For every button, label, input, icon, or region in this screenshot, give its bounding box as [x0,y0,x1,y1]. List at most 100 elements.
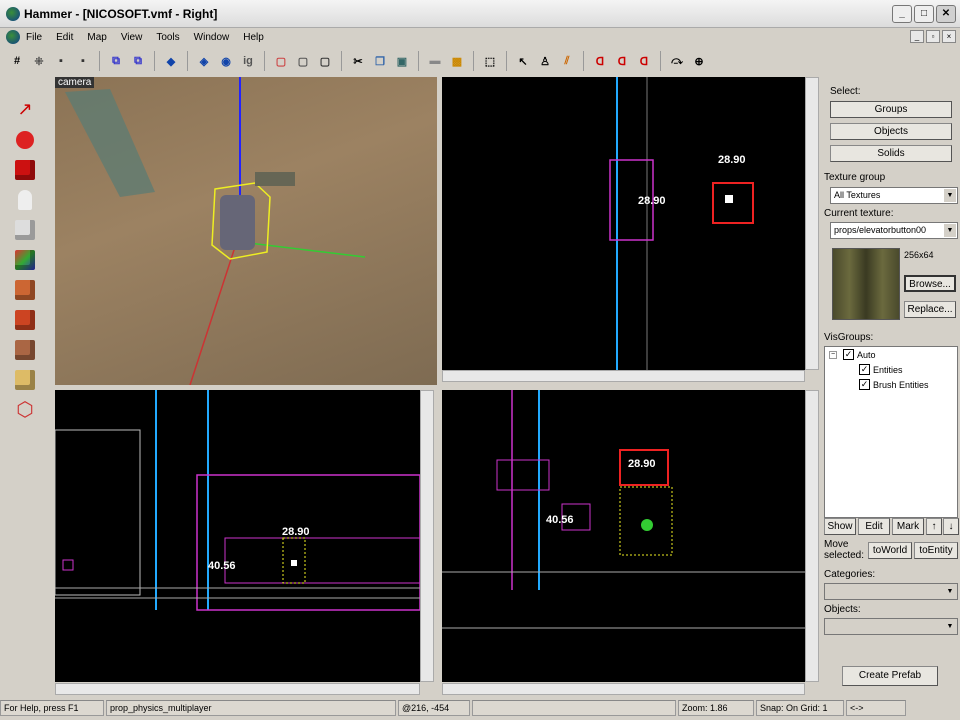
check-problems-icon[interactable]: ᗡ [635,52,653,70]
top-2d-view [609,77,754,370]
menu-file[interactable]: File [26,32,42,43]
visgroup-item[interactable]: ✓ Entities [859,364,903,375]
mdi-restore-button[interactable]: ▫ [926,30,940,43]
texture-tool-icon[interactable] [6,246,44,273]
side-viewport[interactable]: 28.90 40.56 [442,390,805,682]
mdi-minimize-button[interactable]: _ [910,30,924,43]
show-button[interactable]: Show [824,518,856,535]
ungroup-icon[interactable]: ◉ [217,52,235,70]
options-icon[interactable]: ⊕ [690,52,708,70]
side-viewport-vscroll[interactable] [805,390,819,682]
texture-group-select[interactable]: All Textures ▼ [830,187,958,204]
compile-icon[interactable]: ᗡ [591,52,609,70]
selection-bounds-icon[interactable]: ⬚ [481,52,499,70]
visgroup-item[interactable]: ✓ Auto [843,349,876,360]
camera-tool-icon[interactable] [6,156,44,183]
clip-icon[interactable]: ⫽ [558,52,576,70]
objects-select[interactable]: ▼ [824,618,958,635]
checkbox-checked-icon[interactable]: ✓ [843,349,854,360]
menu-tools[interactable]: Tools [156,32,179,43]
grid-smaller-icon[interactable]: ▪ [52,52,70,70]
categories-select[interactable]: ▼ [824,583,958,600]
top-viewport[interactable]: 28.90 28.90 [442,77,805,370]
block-tool-icon[interactable] [6,216,44,243]
texture-application-icon[interactable]: ▩ [448,52,466,70]
front-viewport[interactable]: 28.90 40.56 [55,390,420,682]
move-down-button[interactable]: ↓ [943,518,959,535]
browse-button[interactable]: Browse... [904,275,956,292]
copy-icon[interactable]: ❐ [371,52,389,70]
app-globe-icon [6,6,20,21]
front-viewport-vscroll[interactable] [420,390,434,682]
move-up-button[interactable]: ↑ [926,518,942,535]
maximize-button[interactable]: □ [914,5,934,23]
select-solids-button[interactable]: Solids [830,145,952,162]
checkbox-checked-icon[interactable]: ✓ [859,364,870,375]
side-viewport-hscroll[interactable] [442,683,805,695]
grid-3d-icon[interactable]: ⁜ [30,52,48,70]
vertex-tool-icon[interactable]: ⬡ [6,396,44,423]
texture-lock-icon[interactable]: ◆ [162,52,180,70]
dimension-label: 28.90 [638,195,666,207]
ignore-groups-icon[interactable]: ig [239,52,257,70]
magnify-tool-icon[interactable] [6,126,44,153]
top-viewport-vscroll[interactable] [805,77,819,370]
replace-button[interactable]: Replace... [904,301,956,318]
menu-view[interactable]: View [121,32,143,43]
hide-selected-icon[interactable]: ▢ [272,52,290,70]
menu-window[interactable]: Window [194,32,230,43]
menu-bar: File Edit Map View Tools Window Help _ ▫… [0,28,960,46]
edit-button[interactable]: Edit [858,518,890,535]
apply-texture-icon[interactable] [6,276,44,303]
collapse-icon[interactable]: − [829,351,837,359]
camera-viewport[interactable]: camera [55,77,437,385]
carve-icon[interactable]: ▬ [426,52,444,70]
minimize-button[interactable]: _ [892,5,912,23]
save-window-state-icon[interactable]: ⧉ [129,52,147,70]
top-viewport-hscroll[interactable] [442,370,805,382]
menu-map[interactable]: Map [87,32,106,43]
cut-icon[interactable]: ✂ [349,52,367,70]
load-window-state-icon[interactable]: ⧉ [107,52,125,70]
texture-size: 256x64 [904,250,934,260]
select-objects-button[interactable]: Objects [830,123,952,140]
dimension-label: 28.90 [718,154,746,166]
visgroup-label: Entities [873,364,903,375]
paste-icon[interactable]: ▣ [393,52,411,70]
grid-larger-icon[interactable]: ▪ [74,52,92,70]
run-map-icon[interactable]: ⤼ [668,52,686,70]
to-entity-button[interactable]: toEntity [914,542,958,559]
overlay-tool-icon[interactable] [6,336,44,363]
visgroups-tree[interactable]: − ✓ Auto ✓ Entities ✓ Brush Entities [824,346,958,518]
show-all-icon[interactable]: ▢ [316,52,334,70]
hide-unselected-icon[interactable]: ▢ [294,52,312,70]
pointer-icon[interactable]: ↖ [514,52,532,70]
status-bar: For Help, press F1 prop_physics_multipla… [0,700,960,718]
status-size [472,700,676,716]
entity-tool-icon[interactable] [6,186,44,213]
entity-report-icon[interactable]: ᗡ [613,52,631,70]
grid-toggle-icon[interactable]: # [8,52,26,70]
chevron-down-icon: ▼ [944,224,956,237]
front-viewport-hscroll[interactable] [55,683,420,695]
status-coords: @216, -454 [398,700,470,716]
close-button[interactable]: ✕ [936,5,956,23]
current-texture-select[interactable]: props/elevatorbutton00 ▼ [830,222,958,239]
chevron-down-icon: ▼ [944,189,956,202]
mdi-close-button[interactable]: × [942,30,956,43]
entity-helper-icon[interactable]: ♙ [536,52,554,70]
group-icon[interactable]: ◈ [195,52,213,70]
selection-tool-icon[interactable]: ↗ [6,96,44,123]
document-icon[interactable] [6,30,20,44]
mark-button[interactable]: Mark [892,518,924,535]
create-prefab-button[interactable]: Create Prefab [842,666,938,686]
menu-edit[interactable]: Edit [56,32,73,43]
menu-help[interactable]: Help [243,32,264,43]
texture-group-label: Texture group [824,172,886,183]
clipping-tool-icon[interactable] [6,366,44,393]
decal-tool-icon[interactable] [6,306,44,333]
to-world-button[interactable]: toWorld [868,542,912,559]
checkbox-checked-icon[interactable]: ✓ [859,379,870,390]
select-groups-button[interactable]: Groups [830,101,952,118]
visgroup-item[interactable]: ✓ Brush Entities [859,379,929,390]
